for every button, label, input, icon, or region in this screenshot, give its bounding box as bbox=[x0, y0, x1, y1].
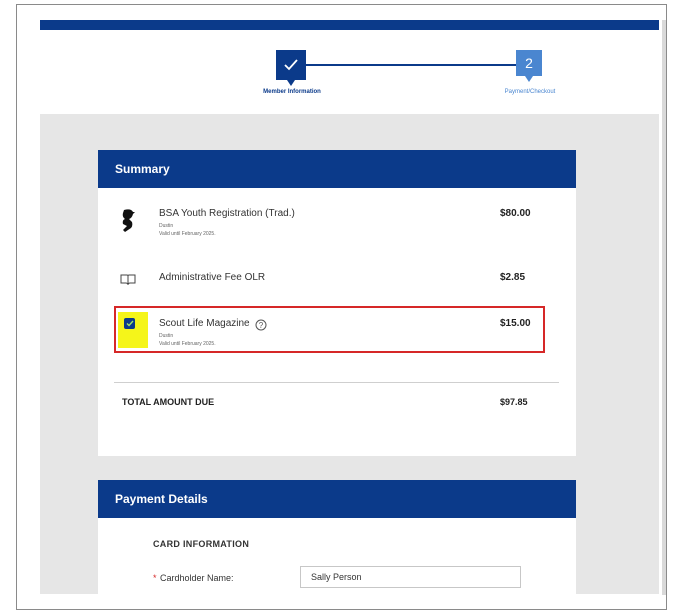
step-2-number: 2 bbox=[525, 55, 533, 71]
item-price: $2.85 bbox=[500, 272, 526, 283]
item-price: $80.00 bbox=[500, 208, 531, 219]
scout-silhouette-icon bbox=[120, 208, 136, 237]
summary-title: Summary bbox=[115, 162, 170, 176]
item-member: Dustin bbox=[159, 223, 174, 229]
frame-shadow bbox=[662, 20, 666, 595]
card-info-heading: CARD INFORMATION bbox=[153, 539, 250, 549]
summary-item-admin-fee: Administrative Fee OLR $2.85 bbox=[98, 268, 576, 288]
payment-header: Payment Details bbox=[98, 480, 576, 518]
summary-item-youth-registration: BSA Youth Registration (Trad.) Dustin Va… bbox=[98, 206, 576, 246]
summary-header: Summary bbox=[98, 150, 576, 188]
item-validity: Valid until February 2025. bbox=[159, 231, 216, 237]
step-1-label: Member Information bbox=[263, 89, 321, 95]
step-2-label: Payment/Checkout bbox=[504, 89, 556, 95]
book-icon bbox=[120, 272, 136, 290]
payment-title: Payment Details bbox=[115, 492, 208, 506]
step-2-current[interactable]: 2 bbox=[516, 50, 542, 82]
check-icon bbox=[284, 59, 298, 71]
stepper-band bbox=[40, 30, 659, 114]
item-name: BSA Youth Registration (Trad.) bbox=[159, 208, 295, 219]
stepper-line bbox=[306, 64, 518, 66]
scout-life-highlight bbox=[114, 306, 545, 353]
top-bar bbox=[40, 20, 659, 30]
summary-divider bbox=[114, 382, 559, 383]
step-1-complete[interactable] bbox=[276, 50, 306, 86]
required-marker: * bbox=[153, 573, 157, 583]
item-name: Administrative Fee OLR bbox=[159, 272, 266, 283]
summary-card: Summary BSA Youth Registration (Trad.) D… bbox=[98, 150, 576, 456]
total-amount: $97.85 bbox=[500, 397, 528, 407]
cardholder-label: Cardholder Name: bbox=[160, 573, 234, 583]
cardholder-name-input[interactable] bbox=[300, 566, 521, 588]
total-label: TOTAL AMOUNT DUE bbox=[122, 397, 215, 407]
